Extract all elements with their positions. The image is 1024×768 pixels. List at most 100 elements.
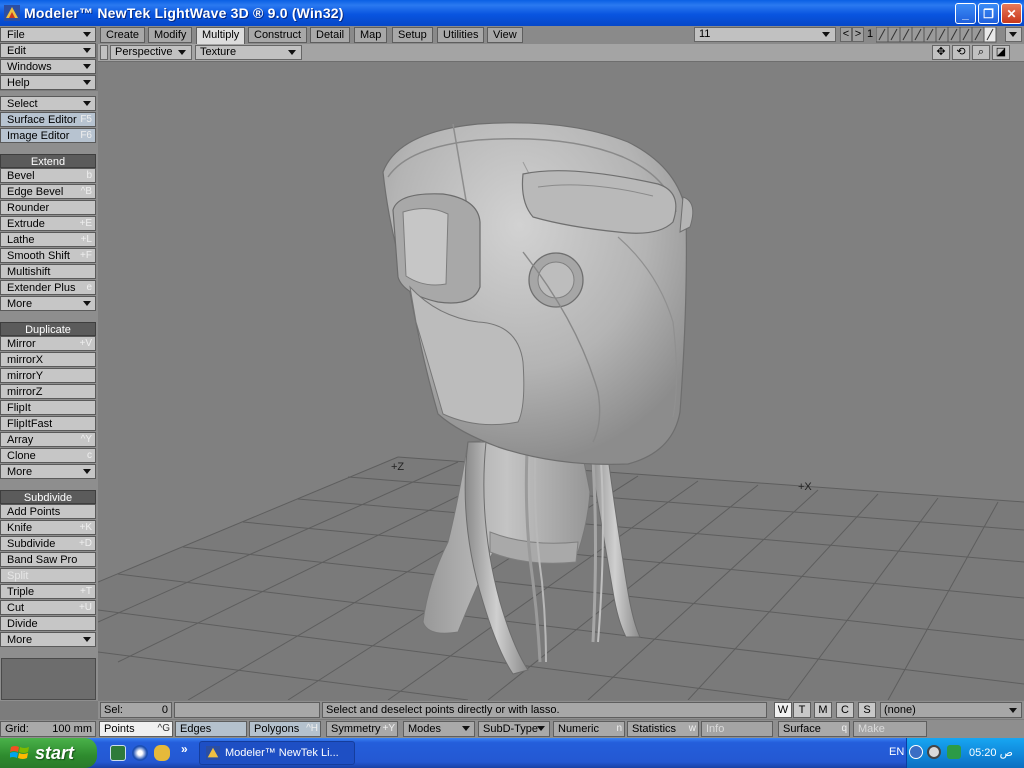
- quicklaunch-app-icon[interactable]: [110, 745, 126, 761]
- layer-prev-button[interactable]: <: [840, 27, 852, 42]
- points-mode-button[interactable]: Points ^G: [99, 721, 173, 737]
- extend-extender-plus-button[interactable]: Extender Plus e: [0, 280, 96, 295]
- zoom-view-icon[interactable]: ⌕: [972, 45, 990, 60]
- vmap-dropdown[interactable]: (none): [880, 702, 1022, 718]
- tab-create[interactable]: Create: [100, 27, 146, 43]
- quicklaunch-messenger-icon[interactable]: [154, 745, 170, 761]
- subdivide-add-points-button[interactable]: Add Points: [0, 504, 96, 519]
- extend-more-button[interactable]: More: [0, 296, 96, 311]
- edit-menu-label: Edit: [7, 44, 26, 57]
- duplicate-clone-button[interactable]: Clone c: [0, 448, 96, 463]
- extend-extrude-button[interactable]: Extrude +E: [0, 216, 96, 231]
- extend-multishift-button[interactable]: Multishift: [0, 264, 96, 279]
- current-layer-number: 1: [867, 28, 874, 40]
- layer-selector[interactable]: 11: [694, 27, 836, 42]
- tab-utilities[interactable]: Utilities: [437, 27, 485, 43]
- modes-dropdown[interactable]: Modes: [403, 721, 475, 737]
- subdivide-split-button[interactable]: Split: [0, 568, 96, 583]
- extend-smooth-shift-button[interactable]: Smooth Shift +F: [0, 248, 96, 263]
- edit-menu[interactable]: Edit: [0, 43, 96, 58]
- file-menu[interactable]: File: [0, 27, 96, 42]
- language-indicator[interactable]: EN: [889, 746, 904, 758]
- extend-rounder-button[interactable]: Rounder: [0, 200, 96, 215]
- duplicate-more-button[interactable]: More: [0, 464, 96, 479]
- selection-value: 0: [161, 704, 168, 716]
- viewport-expand-button[interactable]: [100, 45, 108, 60]
- subdivide-triple-button[interactable]: Triple +T: [0, 584, 96, 599]
- tray-arrow-icon[interactable]: [909, 745, 923, 759]
- minimize-button[interactable]: _: [955, 3, 976, 24]
- title-bar: Modeler™ NewTek LightWave 3D ® 9.0 (Win3…: [0, 0, 1024, 26]
- grid-size-display: Grid: 100 mm: [0, 721, 96, 737]
- wtmcs-s-button[interactable]: S: [858, 702, 876, 718]
- duplicate-flipit-button[interactable]: FlipIt: [0, 400, 96, 415]
- wtmcs-c-button[interactable]: C: [836, 702, 854, 718]
- maximize-view-icon[interactable]: ◪: [992, 45, 1010, 60]
- extend-bevel-button[interactable]: Bevel b: [0, 168, 96, 183]
- wtmcs-t-button[interactable]: T: [793, 702, 811, 718]
- clock[interactable]: 05:20 ص: [969, 746, 1013, 759]
- points-label: Points: [104, 723, 135, 735]
- duplicate-mirrorx-button[interactable]: mirrorX: [0, 352, 96, 367]
- subdivide-more-button[interactable]: More: [0, 632, 96, 647]
- statistics-button[interactable]: Statistics w: [627, 721, 699, 737]
- maximize-button[interactable]: ❐: [978, 3, 999, 24]
- wtmcs-m-button[interactable]: M: [814, 702, 832, 718]
- lightwave-app-icon: [4, 5, 20, 21]
- make-button[interactable]: Make: [853, 721, 927, 737]
- subdivide-divide-button[interactable]: Divide: [0, 616, 96, 631]
- start-button[interactable]: start: [0, 738, 97, 768]
- subdivide-subdivide-button[interactable]: Subdivide +D: [0, 536, 96, 551]
- chevron-down-icon: [83, 637, 91, 642]
- tray-network-icon[interactable]: [927, 745, 941, 759]
- duplicate-mirrorz-button[interactable]: mirrorZ: [0, 384, 96, 399]
- tab-setup[interactable]: Setup: [392, 27, 433, 43]
- polygons-mode-button[interactable]: Polygons ^H: [249, 721, 321, 737]
- surface-button[interactable]: Surface q: [778, 721, 850, 737]
- extend-edge-bevel-button[interactable]: Edge Bevel ^B: [0, 184, 96, 199]
- duplicate-array-button[interactable]: Array ^Y: [0, 432, 96, 447]
- help-menu[interactable]: Help: [0, 75, 96, 90]
- windows-flag-icon: [10, 746, 29, 759]
- symmetry-button[interactable]: Symmetry +Y: [326, 721, 398, 737]
- subdivide-cut-button[interactable]: Cut +U: [0, 600, 96, 615]
- extend-lathe-button[interactable]: Lathe +L: [0, 232, 96, 247]
- axis-z-label: +Z: [391, 461, 405, 473]
- duplicate-mirror-button[interactable]: Mirror +V: [0, 336, 96, 351]
- subd-type-dropdown[interactable]: SubD-Type: [478, 721, 550, 737]
- numeric-button[interactable]: Numeric n: [553, 721, 625, 737]
- wtmcs-w-button[interactable]: W: [774, 702, 792, 718]
- duplicate-mirrory-button[interactable]: mirrorY: [0, 368, 96, 383]
- tab-multiply[interactable]: Multiply: [196, 27, 246, 44]
- edges-mode-button[interactable]: Edges: [175, 721, 247, 737]
- select-menu[interactable]: Select: [0, 96, 96, 111]
- surface-editor-button[interactable]: Surface Editor F5: [0, 112, 96, 127]
- quicklaunch-media-icon[interactable]: [132, 745, 148, 761]
- rotate-view-icon[interactable]: ⟲: [952, 45, 970, 60]
- view-mode-dropdown[interactable]: Perspective: [110, 45, 192, 60]
- info-button[interactable]: Info: [701, 721, 773, 737]
- image-editor-button[interactable]: Image Editor F6: [0, 128, 96, 143]
- tab-modify[interactable]: Modify: [148, 27, 193, 43]
- tab-map[interactable]: Map: [354, 27, 388, 43]
- subdivide-band-saw-pro-button[interactable]: Band Saw Pro: [0, 552, 96, 567]
- windows-menu[interactable]: Windows: [0, 59, 96, 74]
- shortcut-hint: ^Y: [80, 434, 92, 445]
- layer-next-button[interactable]: >: [852, 27, 864, 42]
- move-view-icon[interactable]: ✥: [932, 45, 950, 60]
- quicklaunch-chevron[interactable]: »: [181, 742, 188, 756]
- layer-menu-button[interactable]: [1005, 27, 1022, 42]
- render-mode-dropdown[interactable]: Texture: [195, 45, 302, 60]
- tab-view[interactable]: View: [487, 27, 523, 43]
- duplicate-flipitfast-button[interactable]: FlipItFast: [0, 416, 96, 431]
- subdivide-knife-button[interactable]: Knife +K: [0, 520, 96, 535]
- viewport-scene[interactable]: [98, 62, 1024, 700]
- perspective-viewport[interactable]: +Z +X: [98, 62, 1024, 700]
- tab-construct[interactable]: Construct: [248, 27, 308, 43]
- tray-app-icon[interactable]: [947, 745, 961, 759]
- tab-detail[interactable]: Detail: [310, 27, 351, 43]
- layer-bank-buttons[interactable]: [876, 27, 1004, 43]
- taskbar-modeler-item[interactable]: Modeler™ NewTek Li...: [199, 741, 355, 765]
- close-button[interactable]: ✕: [1001, 3, 1022, 24]
- shortcut-hint: +Y: [382, 723, 395, 734]
